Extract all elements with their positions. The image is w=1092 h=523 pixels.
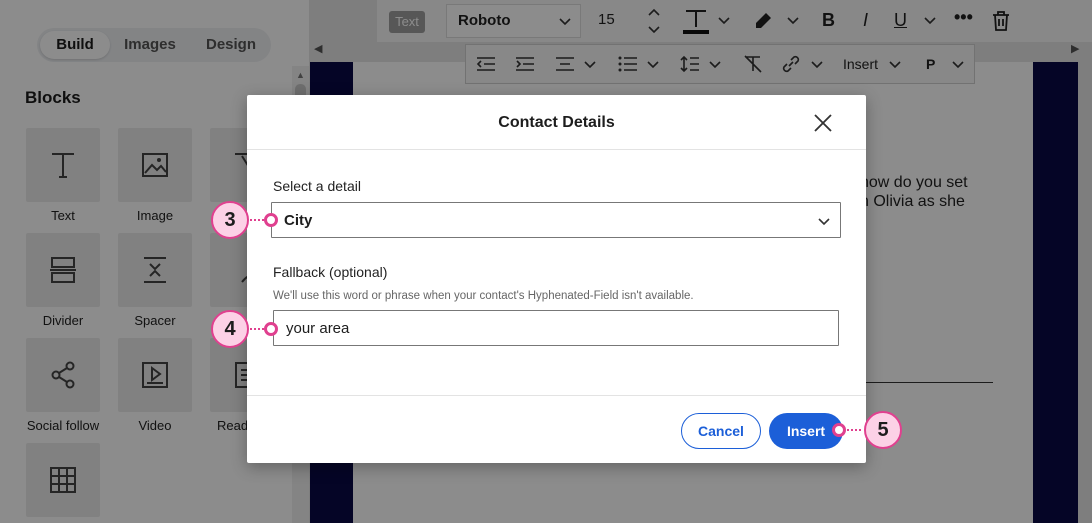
detail-select-value: City: [284, 212, 313, 229]
modal-title: Contact Details: [498, 114, 615, 131]
callout-pointer: [832, 423, 846, 437]
contact-details-modal: Contact Details Select a detail City Fal…: [247, 95, 866, 463]
callout-step-3: 3: [211, 201, 249, 239]
callout-step-4: 4: [211, 310, 249, 348]
detail-select[interactable]: City: [271, 202, 841, 238]
callout-connector: [250, 328, 264, 330]
modal-header: Contact Details: [247, 95, 866, 150]
callout-connector: [847, 429, 861, 431]
modal-footer: Cancel Insert: [247, 395, 866, 463]
close-icon[interactable]: [810, 110, 836, 136]
callout-pointer: [264, 322, 278, 336]
callout-pointer: [264, 213, 278, 227]
callout-step-5: 5: [864, 411, 902, 449]
cancel-button[interactable]: Cancel: [681, 413, 761, 449]
select-detail-label: Select a detail: [273, 178, 361, 194]
callout-connector: [250, 219, 264, 221]
fallback-label: Fallback (optional): [273, 264, 388, 280]
fallback-helper-text: We'll use this word or phrase when your …: [273, 290, 694, 302]
fallback-input[interactable]: [273, 310, 839, 346]
chevron-down-icon: [818, 218, 830, 226]
